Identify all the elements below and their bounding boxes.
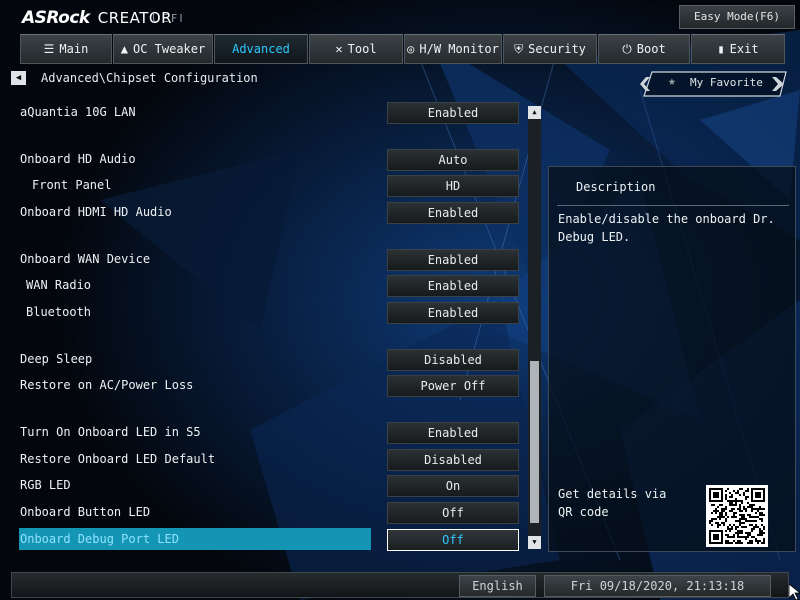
- date-time-display: Fri 09/18/2020, 21:13:18: [544, 575, 771, 597]
- setting-rgb-led[interactable]: RGB LED On: [0, 473, 530, 499]
- monitor-icon: ◎: [407, 42, 415, 56]
- tab-tool[interactable]: ✕ Tool: [309, 34, 403, 64]
- description-panel: Description Enable/disable the onboard D…: [548, 166, 796, 552]
- setting-value[interactable]: Disabled: [387, 349, 519, 371]
- back-arrow-icon: ◀: [15, 73, 22, 83]
- star-icon: ★: [668, 74, 676, 89]
- list-icon: ☰: [43, 42, 55, 56]
- tab-advanced[interactable]: Advanced: [214, 34, 308, 64]
- brand-model: CREATOR: [97, 9, 173, 27]
- setting-bluetooth[interactable]: Bluetooth Enabled: [0, 300, 530, 326]
- setting-onboard-wan-device[interactable]: Onboard WAN Device Enabled: [0, 247, 530, 273]
- setting-onboard-button-led[interactable]: Onboard Button LED Off: [0, 500, 530, 526]
- tab-oc-tweaker[interactable]: ▲ OC Tweaker: [113, 34, 213, 64]
- qr-caption: Get details via QR code: [558, 487, 667, 519]
- setting-value[interactable]: Disabled: [387, 449, 519, 471]
- setting-value[interactable]: Power Off: [387, 375, 519, 397]
- setting-deep-sleep[interactable]: Deep Sleep Disabled: [0, 347, 530, 373]
- setting-value[interactable]: Auto: [387, 149, 519, 171]
- tab-exit[interactable]: ▮ Exit: [691, 34, 785, 64]
- breadcrumb: Advanced\Chipset Configuration: [41, 71, 258, 85]
- setting-value[interactable]: Enabled: [387, 249, 519, 271]
- scrollbar[interactable]: ▲ ▼: [528, 106, 541, 549]
- description-title: Description: [576, 180, 656, 194]
- easy-mode-button[interactable]: Easy Mode(F6): [679, 5, 795, 29]
- setting-onboard-hd-audio[interactable]: Onboard HD Audio Auto: [0, 147, 530, 173]
- brand-logo: ASRock CREATOR: [22, 8, 172, 28]
- setting-value[interactable]: HD: [387, 175, 519, 197]
- setting-front-panel[interactable]: Front Panel HD: [0, 173, 530, 199]
- setting-value[interactable]: Enabled: [387, 202, 519, 224]
- tab-bar: ☰ Main ▲ OC Tweaker Advanced ✕ Tool ◎ H/…: [20, 34, 800, 64]
- arrow-up-icon: ▲: [532, 108, 537, 116]
- tools-icon: ✕: [335, 42, 343, 56]
- scroll-thumb[interactable]: [530, 360, 539, 524]
- qr-code-image: [709, 488, 765, 544]
- description-text: Enable/disable the onboard Dr. Debug LED…: [558, 212, 775, 244]
- tab-hw-monitor[interactable]: ◎ H/W Monitor: [404, 34, 502, 64]
- brand-name: ASRock: [22, 8, 90, 28]
- setting-value[interactable]: Enabled: [387, 275, 519, 297]
- tab-main[interactable]: ☰ Main: [20, 34, 112, 64]
- qr-code: [706, 485, 768, 547]
- exit-icon: ▮: [717, 42, 725, 56]
- back-button[interactable]: ◀: [11, 71, 26, 85]
- description-divider: [557, 205, 789, 206]
- setting-onboard-hdmi-hd-audio[interactable]: Onboard HDMI HD Audio Enabled: [0, 200, 530, 226]
- tab-security[interactable]: ⛨ Security: [503, 34, 597, 64]
- rocket-icon: ▲: [120, 42, 128, 56]
- setting-value[interactable]: Enabled: [387, 422, 519, 444]
- setting-restore-ac-power-loss[interactable]: Restore on AC/Power Loss Power Off: [0, 373, 530, 399]
- setting-wan-radio[interactable]: WAN Radio Enabled: [0, 273, 530, 299]
- language-button[interactable]: English: [459, 575, 536, 597]
- setting-value[interactable]: On: [387, 475, 519, 497]
- setting-value[interactable]: Off: [387, 529, 519, 551]
- setting-onboard-debug-port-led[interactable]: Onboard Debug Port LED Off: [0, 527, 530, 553]
- scroll-down-button[interactable]: ▼: [528, 536, 541, 549]
- setting-turn-on-onboard-led-s5[interactable]: Turn On Onboard LED in S5 Enabled: [0, 420, 530, 446]
- arrow-down-icon: ▼: [532, 538, 537, 546]
- setting-value[interactable]: Enabled: [387, 102, 519, 124]
- my-favorite-button[interactable]: ★ My Favorite: [640, 71, 788, 97]
- setting-value[interactable]: Enabled: [387, 302, 519, 324]
- scroll-up-button[interactable]: ▲: [528, 106, 541, 119]
- favorite-label: My Favorite: [690, 76, 763, 89]
- tab-boot[interactable]: ⏻ Boot: [598, 34, 690, 64]
- power-icon: ⏻: [622, 41, 632, 56]
- setting-restore-onboard-led-default[interactable]: Restore Onboard LED Default Disabled: [0, 447, 530, 473]
- shield-icon: ⛨: [514, 41, 524, 56]
- mouse-cursor-icon: [789, 584, 800, 600]
- setting-value[interactable]: Off: [387, 502, 519, 524]
- setting-aquantia-10g-lan[interactable]: aQuantia 10G LAN Enabled: [0, 100, 530, 126]
